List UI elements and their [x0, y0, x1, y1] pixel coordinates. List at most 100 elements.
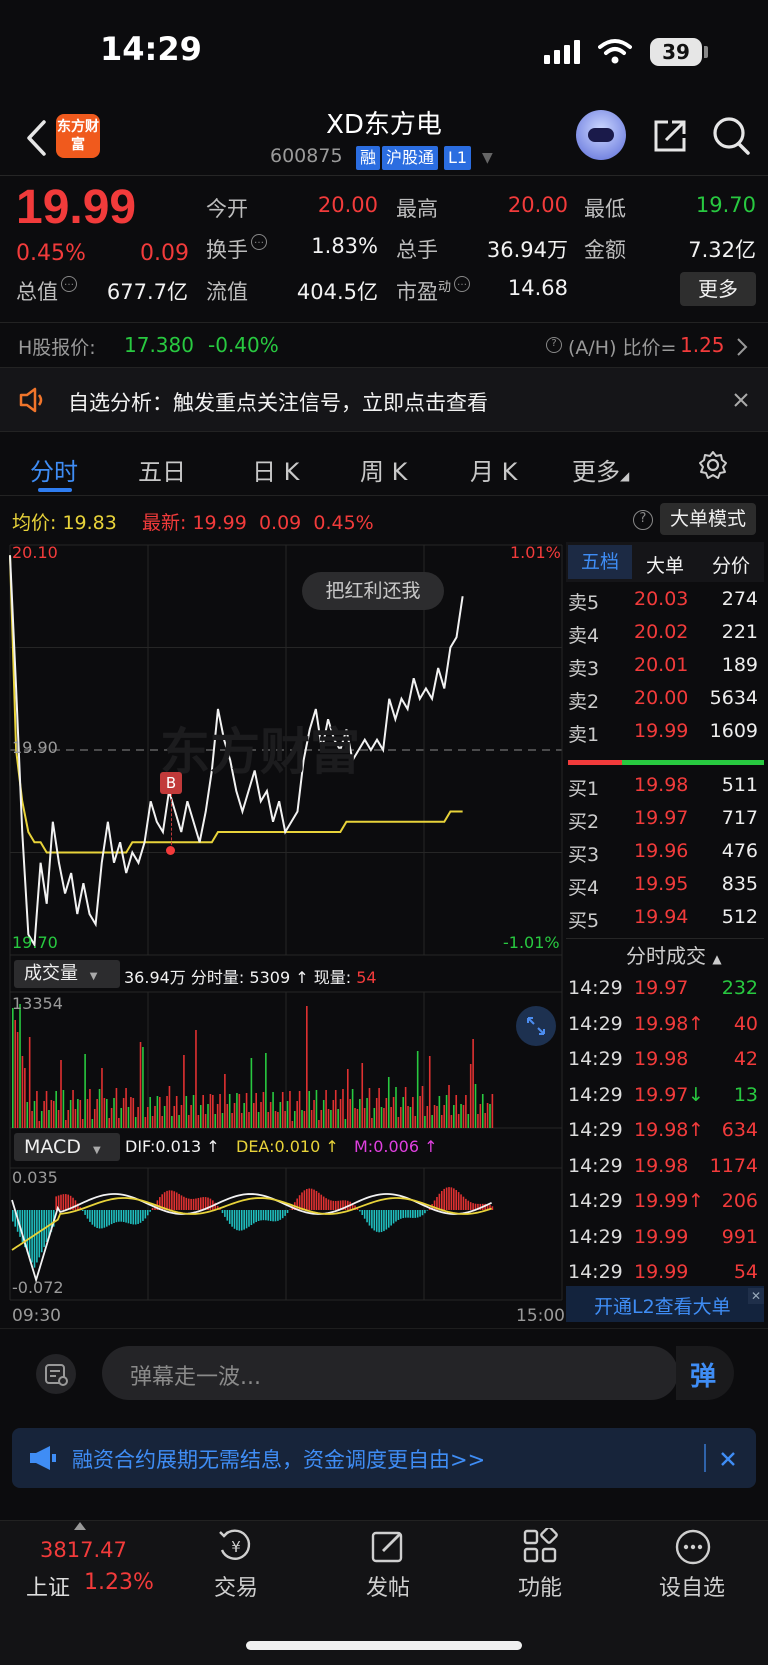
tab-monthly-k[interactable]: 月 K	[470, 452, 517, 487]
index-name[interactable]: 上证	[26, 1570, 70, 1602]
macd-bar	[248, 1210, 250, 1227]
bid-row[interactable]: 买5 19.94 512	[566, 902, 762, 935]
nav-post[interactable]: 发帖	[328, 1570, 448, 1602]
tick-row: 14:29 19.98 ↑ 634	[566, 1115, 762, 1148]
macd-bar	[281, 1210, 284, 1219]
help-icon[interactable]: ?	[633, 510, 653, 530]
macd-bar	[185, 1197, 188, 1210]
volume-bar	[216, 1104, 219, 1128]
bid-row[interactable]: 买2 19.97 717	[566, 803, 762, 836]
volume-bar	[293, 1111, 296, 1128]
ask-label: 卖3	[568, 658, 600, 680]
search-icon[interactable]	[712, 116, 750, 156]
close-icon[interactable]	[734, 393, 748, 407]
battery-icon: 39	[650, 38, 702, 66]
tab-big-orders[interactable]: 大单	[646, 551, 684, 578]
danmu-button[interactable]: 弹	[676, 1346, 734, 1400]
big-order-mode-button[interactable]: 大单模式	[660, 503, 756, 535]
volume-bar	[359, 1099, 361, 1128]
tab-price-dist[interactable]: 分价	[712, 551, 750, 578]
ticks-title[interactable]: 分时成交 ▲	[626, 940, 722, 969]
bid-row[interactable]: 买3 19.96 476	[566, 836, 762, 869]
grid-function-icon[interactable]	[522, 1528, 558, 1564]
time-end-label: 15:00	[516, 1306, 565, 1326]
tab-five-day[interactable]: 五日	[138, 452, 186, 487]
divider	[704, 1444, 706, 1472]
tab-intraday[interactable]: 分时	[30, 452, 78, 487]
index-value[interactable]: 3817.47	[40, 1538, 127, 1562]
macd-indicator-select[interactable]: MACD ▼	[14, 1133, 120, 1161]
macd-bar	[409, 1210, 412, 1218]
settings-gear-icon[interactable]	[698, 450, 728, 480]
tag-margin[interactable]: 融	[356, 146, 381, 170]
volume-bar	[291, 1121, 294, 1128]
comment-bubble[interactable]: 把红利还我	[302, 572, 444, 610]
volume-bar	[361, 1063, 364, 1128]
tab-weekly-k[interactable]: 周 K	[360, 452, 407, 487]
tag-dropdown-icon[interactable]: ▼	[482, 150, 493, 166]
volume-bar	[306, 1006, 308, 1128]
volume-bar	[130, 1097, 132, 1128]
volume-summary: 36.94万 分时量: 5309 ↑ 现量: 54	[124, 968, 377, 987]
more-dots-icon[interactable]	[674, 1528, 712, 1566]
expand-chart-icon[interactable]	[516, 1006, 556, 1046]
volume-bar	[52, 1101, 55, 1128]
tick-price: 19.99	[634, 1190, 689, 1212]
macd-bar	[84, 1210, 86, 1215]
chevron-right-icon[interactable]	[736, 337, 748, 357]
volume-indicator-select[interactable]: 成交量 ▼	[14, 960, 120, 988]
tab-more[interactable]: 更多◢	[572, 452, 629, 487]
volume-bar	[337, 1109, 339, 1128]
volume-bar	[491, 1094, 494, 1128]
macd-bar	[36, 1210, 38, 1263]
share-icon[interactable]	[652, 118, 688, 154]
comment-list-icon[interactable]	[36, 1354, 76, 1394]
volume-bar	[286, 1101, 289, 1128]
more-button[interactable]: 更多	[680, 272, 756, 306]
macd-bar	[183, 1196, 185, 1210]
ask-row[interactable]: 卖5 20.03 274	[566, 584, 762, 617]
macd-bar	[443, 1188, 445, 1210]
macd-bar	[267, 1210, 270, 1221]
ask-row[interactable]: 卖4 20.02 221	[566, 617, 762, 650]
macd-bar	[96, 1210, 98, 1228]
bid-volume: 512	[721, 906, 758, 928]
ask-price: 20.00	[634, 687, 689, 709]
nav-trade[interactable]: 交易	[176, 1570, 296, 1602]
l2-banner-text[interactable]: 开通L2查看大单	[594, 1292, 731, 1319]
volume-bar	[221, 1113, 224, 1128]
volume-bar	[45, 1091, 48, 1128]
macd-bar	[460, 1194, 462, 1210]
help-icon[interactable]: ?	[546, 337, 562, 353]
nav-functions[interactable]: 功能	[480, 1570, 600, 1602]
danmu-placeholder[interactable]: 弹幕走一波...	[130, 1359, 261, 1391]
macd-bar	[371, 1210, 373, 1229]
tab-daily-k[interactable]: 日 K	[252, 452, 299, 487]
tab-depth[interactable]: 五档	[568, 545, 632, 579]
volume-bar	[12, 1008, 14, 1128]
compose-icon[interactable]	[370, 1528, 406, 1564]
ask-row[interactable]: 卖3 20.01 189	[566, 650, 762, 683]
macd-bar	[98, 1210, 101, 1229]
tag-level[interactable]: L1	[444, 146, 472, 170]
volume-bar	[212, 1095, 214, 1128]
dea-value: DEA:0.010 ↑	[236, 1137, 339, 1156]
l2-close-icon[interactable]: ✕	[748, 1288, 764, 1304]
macd-bar	[467, 1200, 470, 1210]
ask-row[interactable]: 卖1 19.99 1609	[566, 716, 762, 749]
volume-bar	[50, 1100, 53, 1128]
bid-row[interactable]: 买4 19.95 835	[566, 869, 762, 902]
trade-icon[interactable]: ¥	[216, 1528, 256, 1564]
volume-bar	[72, 1090, 74, 1128]
macd-bar	[113, 1210, 115, 1223]
buy-marker[interactable]: B	[160, 772, 182, 794]
volume-bar	[180, 1105, 183, 1128]
nav-add-watchlist[interactable]: 设自选	[632, 1570, 752, 1602]
tag-stock-connect[interactable]: 沪股通	[382, 146, 439, 170]
bid-row[interactable]: 买1 19.98 511	[566, 770, 762, 803]
ask-row[interactable]: 卖2 20.00 5634	[566, 683, 762, 716]
promo-text[interactable]: 融资合约展期无需结息，资金调度更自由>>	[72, 1444, 485, 1474]
index-pct[interactable]: 1.23%	[84, 1570, 154, 1595]
bid-volume: 511	[721, 774, 758, 796]
promo-close-icon[interactable]	[720, 1451, 736, 1467]
